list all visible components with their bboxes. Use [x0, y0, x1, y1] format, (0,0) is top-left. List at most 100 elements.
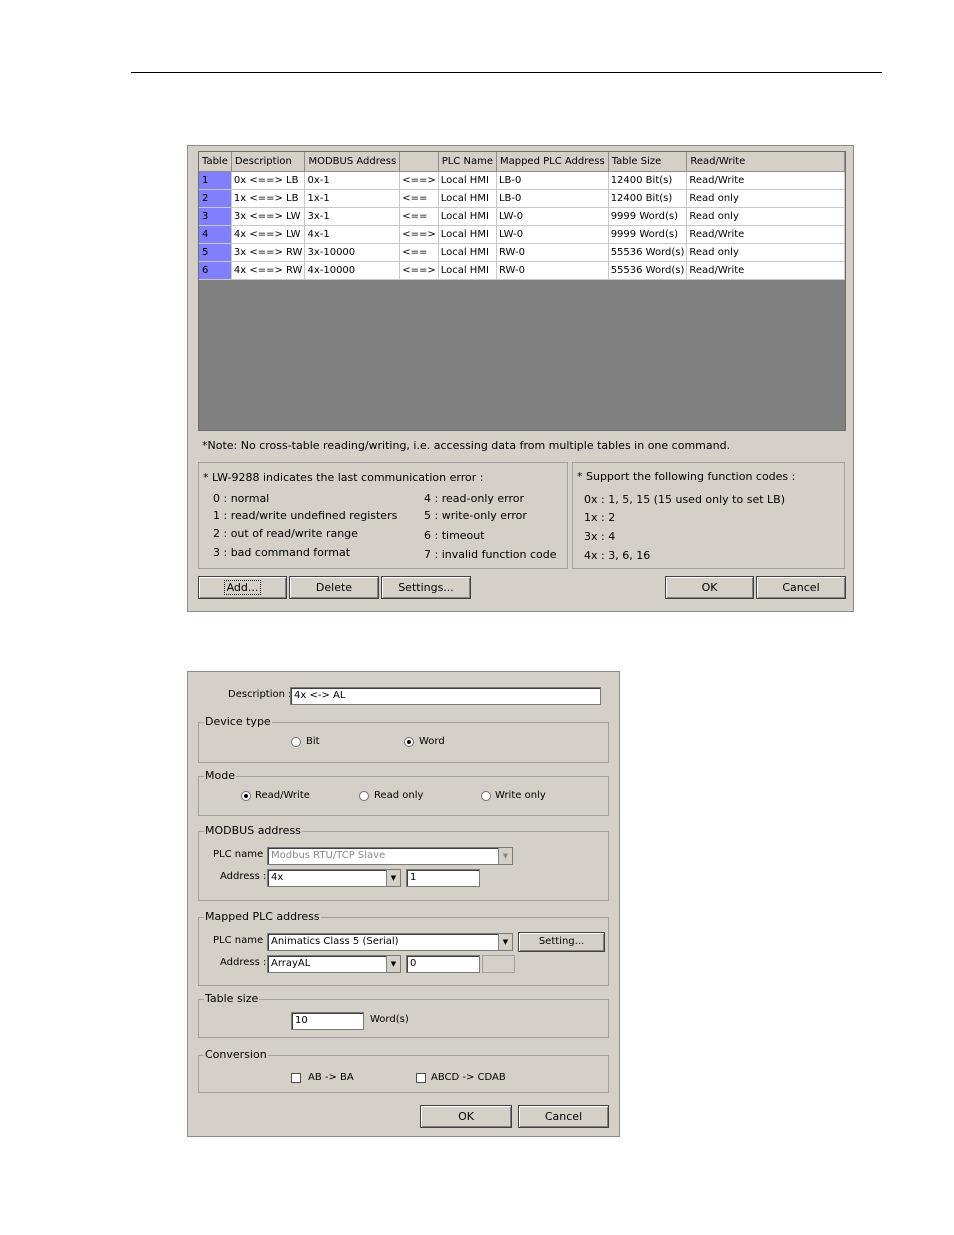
cell-direction: <== — [399, 207, 439, 226]
column-header-table-size[interactable]: Table Size — [608, 152, 688, 172]
cell-table: 1 — [199, 171, 232, 190]
error-code-1: 1 : read/write undefined registers — [213, 509, 398, 522]
column-header-mapped-plc-address[interactable]: Mapped PLC Address — [496, 152, 609, 172]
mapped-plc-name-select[interactable]: Animatics Class 5 (Serial) ▼ — [267, 933, 513, 951]
mode-title: Mode — [204, 769, 236, 782]
cell-description: 0x <==> LB — [231, 171, 306, 190]
error-code-0: 0 : normal — [213, 492, 270, 505]
setting-button[interactable]: Setting... — [518, 932, 605, 952]
header-rule — [131, 72, 882, 73]
modbus-address-label: Address : — [220, 871, 267, 882]
table-row[interactable]: 1 0x <==> LB 0x-1 <==> Local HMI LB-0 12400 Bi… — [199, 171, 845, 190]
error-code-2: 2 : out of read/write range — [213, 527, 358, 540]
table-row[interactable]: 2 1x <==> LB 1x-1 <== Local HMI LB-0 12400 Bit… — [199, 189, 845, 208]
function-code-0x: 0x : 1, 5, 15 (15 used only to set LB) — [584, 493, 785, 506]
mapped-plc-name-value: Animatics Class 5 (Serial) — [271, 936, 399, 947]
cell-modbus-address: 4x-10000 — [304, 261, 401, 280]
cell-plc-name: Local HMI — [438, 261, 497, 280]
entry-ok-button[interactable]: OK — [420, 1105, 512, 1128]
cell-read-write: Read/Write — [686, 171, 845, 190]
bit-radio[interactable] — [291, 737, 301, 747]
cell-table: 6 — [199, 261, 232, 280]
cell-read-write: Read only — [686, 189, 845, 208]
cell-table-size: 9999 Word(s) — [608, 207, 688, 226]
ab-ba-label: AB -> BA — [308, 1072, 354, 1083]
entry-cancel-button[interactable]: Cancel — [518, 1105, 609, 1128]
chevron-down-icon: ▼ — [386, 870, 400, 886]
address-entry-dialog: Description : 4x <-> AL Device type Bit … — [187, 671, 620, 1137]
description-input[interactable]: 4x <-> AL — [290, 687, 601, 705]
error-codes-panel: * LW-9288 indicates the last communicati… — [198, 462, 568, 569]
column-header-direction[interactable] — [399, 152, 439, 172]
mapped-address-type-value: ArrayAL — [271, 958, 311, 969]
function-code-4x: 4x : 3, 6, 16 — [584, 549, 651, 562]
mapped-address-label: Address : — [220, 957, 267, 968]
cell-plc-name: Local HMI — [438, 207, 497, 226]
table-size-input[interactable]: 10 — [291, 1012, 364, 1030]
cell-table-size: 12400 Bit(s) — [608, 171, 688, 190]
chevron-down-icon: ▼ — [386, 956, 400, 972]
table-row[interactable]: 4 4x <==> LW 4x-1 <==> Local HMI LW-0 9999 Wor… — [199, 225, 845, 244]
address-table-grid[interactable]: Table Description MODBUS Address PLC Name Ma… — [198, 151, 846, 431]
modbus-plc-name-label: PLC name : — [213, 849, 270, 860]
modbus-address-input[interactable]: 1 — [406, 869, 480, 887]
modbus-address-type-value: 4x — [271, 872, 284, 883]
write-only-radio[interactable] — [481, 791, 491, 801]
cell-mapped-plc-address: LB-0 — [496, 189, 609, 208]
mapped-plc-address-title: Mapped PLC address — [204, 910, 321, 923]
bit-radio-label: Bit — [306, 736, 320, 747]
table-header-row: Table Description MODBUS Address PLC Name Ma… — [199, 152, 845, 172]
error-code-7: 7 : invalid function code — [424, 548, 557, 561]
table-row[interactable]: 6 4x <==> RW 4x-10000 <==> Local HMI RW-0 5553… — [199, 261, 845, 280]
cell-description: 3x <==> LW — [231, 207, 306, 226]
ok-button[interactable]: OK — [665, 576, 754, 599]
cell-table: 5 — [199, 243, 232, 262]
ab-ba-checkbox[interactable] — [291, 1073, 301, 1083]
delete-button[interactable]: Delete — [289, 576, 379, 599]
column-header-read-write[interactable]: Read/Write — [686, 152, 845, 172]
modbus-plc-name-value: Modbus RTU/TCP Slave — [271, 850, 386, 861]
word-radio[interactable] — [404, 737, 414, 747]
cell-mapped-plc-address: RW-0 — [496, 261, 609, 280]
add-button-label: Add... — [223, 580, 262, 595]
read-write-radio[interactable] — [241, 791, 251, 801]
address-extension-field — [482, 955, 515, 973]
write-only-label: Write only — [495, 790, 546, 801]
conversion-title: Conversion — [204, 1048, 268, 1061]
settings-button[interactable]: Settings... — [381, 576, 471, 599]
cell-plc-name: Local HMI — [438, 189, 497, 208]
chevron-down-icon: ▼ — [498, 934, 512, 950]
table-row[interactable]: 3 3x <==> LW 3x-1 <== Local HMI LW-0 9999 Word… — [199, 207, 845, 226]
mapped-address-type-select[interactable]: ArrayAL ▼ — [267, 955, 401, 973]
function-panel-title: * Support the following function codes : — [577, 470, 796, 483]
column-header-description[interactable]: Description — [231, 152, 306, 172]
cell-read-write: Read only — [686, 207, 845, 226]
cell-table: 3 — [199, 207, 232, 226]
column-header-plc-name[interactable]: PLC Name — [438, 152, 497, 172]
cell-modbus-address: 3x-1 — [304, 207, 401, 226]
modbus-address-type-select[interactable]: 4x ▼ — [267, 869, 401, 887]
cell-direction: <== — [399, 243, 439, 262]
column-header-modbus-address[interactable]: MODBUS Address — [304, 152, 401, 172]
cell-modbus-address: 4x-1 — [304, 225, 401, 244]
error-code-3: 3 : bad command format — [213, 546, 351, 559]
abcd-cdab-label: ABCD -> CDAB — [431, 1072, 506, 1083]
description-label: Description : — [228, 689, 292, 700]
modbus-plc-name-select[interactable]: Modbus RTU/TCP Slave ▼ — [267, 847, 513, 865]
cell-description: 4x <==> RW — [231, 261, 306, 280]
conversion-group: Conversion AB -> BA ABCD -> CDAB — [198, 1048, 609, 1093]
cell-table-size: 9999 Word(s) — [608, 225, 688, 244]
cancel-button[interactable]: Cancel — [756, 576, 846, 599]
cross-table-note: *Note: No cross-table reading/writing, i… — [202, 439, 731, 452]
modbus-address-title: MODBUS address — [204, 824, 302, 837]
mapped-address-input[interactable]: 0 — [406, 955, 480, 973]
column-header-table[interactable]: Table — [199, 152, 232, 172]
error-code-4: 4 : read-only error — [424, 492, 525, 505]
abcd-cdab-checkbox[interactable] — [416, 1073, 426, 1083]
cell-table-size: 55536 Word(s) — [608, 243, 688, 262]
add-button[interactable]: Add... — [198, 576, 287, 599]
read-only-label: Read only — [374, 790, 424, 801]
table-row[interactable]: 5 3x <==> RW 3x-10000 <== Local HMI RW-0 55536… — [199, 243, 845, 262]
table-size-unit: Word(s) — [370, 1014, 409, 1025]
read-only-radio[interactable] — [359, 791, 369, 801]
